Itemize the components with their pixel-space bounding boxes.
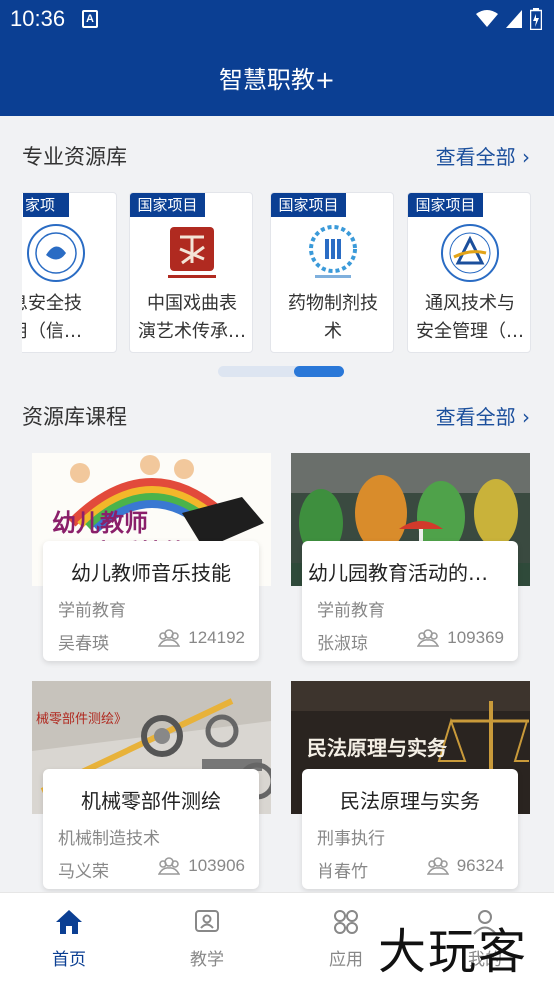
watermark-text: 大玩客 [378, 924, 529, 980]
nav-item-teaching[interactable]: 教学 [162, 909, 252, 970]
nav-label: 首页 [52, 950, 86, 970]
course-teacher: 张淑琼 [317, 634, 368, 654]
app-header: 10:36 A 智慧职教+ [0, 0, 554, 116]
course-name: 机械零部件测绘 [81, 789, 221, 813]
course-section-header: 资源库课程 查看全部 › [22, 401, 532, 437]
teach-icon [195, 910, 219, 932]
name-line: 中国戏曲表 [147, 293, 237, 314]
course-views: 96324 [426, 856, 504, 876]
name-line: 通风技术与 [425, 293, 515, 314]
system-icons [476, 8, 542, 30]
project-tag: 国家项目 [408, 193, 483, 217]
users-icon [158, 629, 181, 647]
view-count: 103906 [188, 856, 245, 875]
name-line: 术 [324, 321, 342, 342]
nav-label: 教学 [190, 950, 224, 970]
nav-item-home[interactable]: 首页 [24, 909, 114, 970]
carousel-indicator [218, 366, 344, 377]
view-count: 96324 [456, 856, 504, 875]
cover-title: 械零部件测绘》 [36, 712, 127, 727]
course-info-card: 机械零部件测绘 机械制造技术 马义荣 103906 [43, 769, 259, 889]
course-views: 109369 [417, 628, 504, 648]
school-logo-icon [27, 224, 85, 282]
view-all-label: 查看全部 [435, 145, 516, 169]
course-teacher: 肖春竹 [317, 862, 368, 882]
chevron-right-icon: › [522, 405, 530, 429]
resource-card[interactable]: 国家项目 药物制剂技 术 [270, 192, 394, 353]
users-icon [158, 857, 181, 875]
resource-card[interactable]: 国家项目 中国戏曲表 演艺术传承… [129, 192, 253, 353]
course-card[interactable]: 幼儿园教育活动的… 学前教育 张淑琼 109369 [291, 453, 530, 665]
project-tag: 家项目 [23, 193, 69, 238]
pharmacy-logo-icon [309, 225, 357, 278]
name-line: 演艺术传承… [138, 321, 246, 342]
course-card[interactable]: 幼儿教师 音乐技能 幼儿教师音乐技能 学前教育 吴春瑛 124192 [32, 453, 271, 665]
indicator-thumb [294, 366, 344, 377]
signal-icon [506, 10, 522, 28]
apps-icon [334, 910, 358, 934]
view-all-label: 查看全部 [435, 405, 516, 429]
status-bar: 10:36 A [0, 0, 554, 40]
course-category: 学前教育 [58, 601, 126, 621]
cover-title-line1: 幼儿教师 [52, 509, 148, 537]
course-name: 民法原理与实务 [340, 789, 480, 813]
opera-seal-icon [168, 227, 216, 278]
course-category: 学前教育 [317, 601, 385, 621]
notification-icon: A [82, 10, 98, 28]
resource-card-name: 通风技术与 安全管理（… [416, 290, 524, 346]
course-teacher: 马义荣 [58, 862, 109, 882]
battery-icon [530, 8, 542, 30]
resource-section-header: 专业资源库 查看全部 › [22, 141, 532, 177]
resource-view-all-link[interactable]: 查看全部 › [436, 141, 530, 170]
course-views: 103906 [158, 856, 245, 876]
course-teacher: 吴春瑛 [58, 634, 109, 654]
ventilation-logo-icon [441, 224, 499, 282]
page-title: 智慧职教+ [218, 66, 336, 94]
users-icon [417, 629, 440, 647]
view-count: 124192 [188, 628, 245, 647]
resource-section-title: 专业资源库 [22, 145, 127, 169]
name-line: 言息安全技 [22, 293, 82, 314]
course-info-card: 幼儿教师音乐技能 学前教育 吴春瑛 124192 [43, 541, 259, 661]
users-icon [426, 857, 449, 875]
resource-card-name: 言息安全技 应用（信… [22, 290, 110, 346]
course-section-title: 资源库课程 [22, 405, 127, 429]
project-tag: 国家项目 [130, 193, 205, 217]
course-card[interactable]: 械零部件测绘》 机械零部件测绘 机械制造技术 马义荣 103906 [32, 681, 271, 893]
course-category: 刑事执行 [317, 829, 385, 849]
cover-title: 民法原理与实务 [307, 736, 448, 760]
name-line: 应用（信… [22, 321, 82, 342]
course-card[interactable]: 民法原理与实务 民法原理与实务 刑事执行 肖春竹 96324 [291, 681, 530, 893]
name-line: 药物制剂技 [288, 293, 378, 314]
project-tag: 国家项目 [271, 193, 346, 217]
chevron-right-icon: › [522, 145, 530, 169]
course-info-card: 幼儿园教育活动的… 学前教育 张淑琼 109369 [302, 541, 518, 661]
view-count: 109369 [447, 628, 504, 647]
resource-carousel[interactable]: 家项目 言息安全技 应用（信… 国家项目 中国戏曲表 演艺术传承… 国家项目 [22, 192, 532, 356]
wifi-icon [476, 10, 498, 27]
course-name: 幼儿教师音乐技能 [71, 561, 231, 585]
resource-card[interactable]: 国家项目 通风技术与 安全管理（… [407, 192, 531, 353]
name-line: 安全管理（… [416, 321, 524, 342]
course-view-all-link[interactable]: 查看全部 › [436, 401, 530, 430]
resource-card-name: 药物制剂技 术 [279, 290, 387, 346]
resource-card-name: 中国戏曲表 演艺术传承… [138, 290, 246, 346]
resource-card[interactable]: 家项目 言息安全技 应用（信… [22, 192, 117, 353]
course-name: 幼儿园教育活动的… [308, 561, 488, 585]
course-category: 机械制造技术 [58, 829, 160, 849]
course-views: 124192 [158, 628, 245, 648]
status-time: 10:36 [10, 6, 66, 31]
course-info-card: 民法原理与实务 刑事执行 肖春竹 96324 [302, 769, 518, 889]
home-icon [56, 910, 82, 934]
